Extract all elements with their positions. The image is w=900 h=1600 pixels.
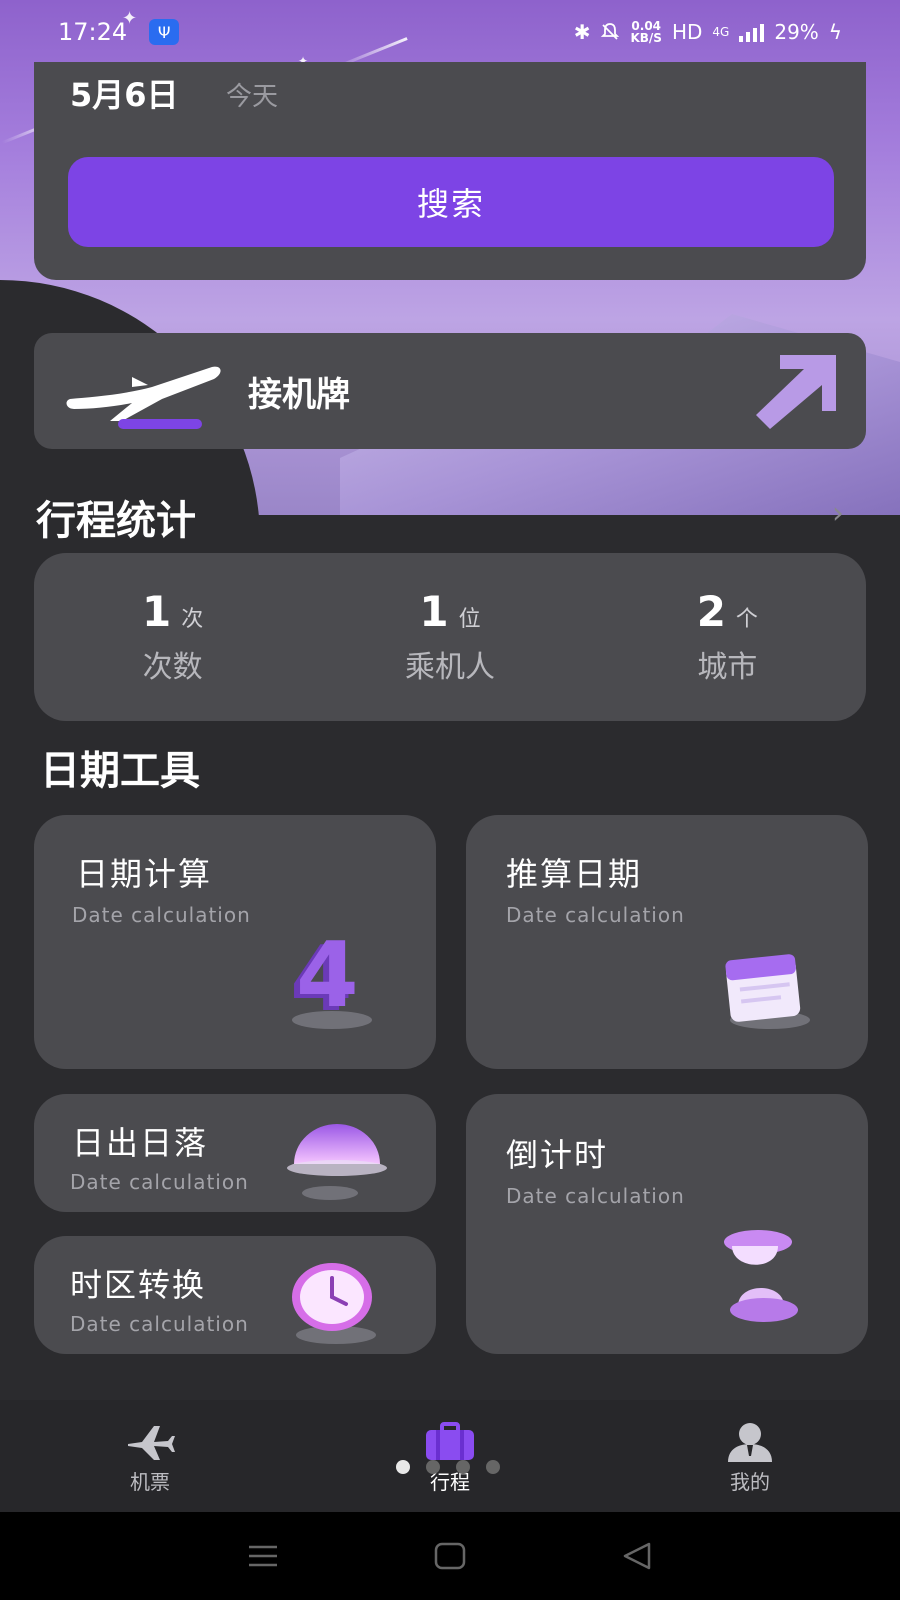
page-indicator — [396, 1460, 500, 1474]
stat-value: 1 — [419, 587, 449, 636]
tool-date-calculation[interactable]: 日期计算 Date calculation 4 — [34, 815, 436, 1069]
tool-title: 推算日期 — [506, 855, 643, 893]
status-bar: 17:24 Ψ ✱ 0.04 KB/S HD 4G 29% ϟ — [0, 0, 900, 64]
network-type: 4G — [712, 25, 730, 39]
bell-muted-icon — [601, 23, 620, 40]
number-four-icon: 4 — [296, 923, 359, 1028]
tool-subtitle: Date calculation — [72, 903, 251, 927]
tab-flights[interactable]: 机票 — [0, 1400, 300, 1512]
status-icons: ✱ 0.04 KB/S HD 4G 29% ϟ — [574, 20, 842, 44]
stat-unit: 位 — [458, 607, 481, 632]
date-tools-title: 日期工具 — [40, 748, 200, 794]
back-icon[interactable] — [621, 1542, 653, 1570]
chevron-right-icon[interactable]: › — [832, 496, 844, 531]
bottom-tab-bar: 机票 行程 我的 — [0, 1400, 900, 1512]
accent-underline — [118, 419, 202, 429]
tool-subtitle: Date calculation — [70, 1312, 249, 1336]
user-icon — [728, 1423, 772, 1462]
search-card: 5月6日 今天 搜索 — [34, 62, 866, 280]
bluetooth-icon: ✱ — [573, 20, 591, 44]
trip-stats-title: 行程统计 — [36, 498, 196, 544]
stat-value: 1 — [142, 587, 172, 636]
stat-label: 城市 — [697, 650, 758, 685]
status-time: 17:24 — [58, 18, 128, 46]
menu-icon[interactable] — [247, 1544, 279, 1568]
pickup-sign-card[interactable]: 接机牌 — [34, 333, 866, 449]
tool-subtitle: Date calculation — [70, 1170, 249, 1194]
pickup-sign-label: 接机牌 — [248, 375, 350, 415]
sunset-icon — [287, 1124, 387, 1176]
calendar-icon — [725, 954, 801, 1022]
stat-trips: 1次 次数 — [34, 553, 311, 721]
usb-icon: Ψ — [149, 19, 180, 45]
tool-title: 倒计时 — [506, 1136, 609, 1174]
departure-date[interactable]: 5月6日 — [70, 70, 179, 116]
arrow-up-right-icon — [756, 355, 836, 429]
page-dot — [486, 1460, 500, 1474]
date-hint: 今天 — [226, 82, 279, 112]
home-icon[interactable] — [434, 1542, 466, 1570]
tab-trips[interactable]: 行程 — [300, 1400, 600, 1512]
tool-countdown[interactable]: 倒计时 Date calculation — [466, 1094, 868, 1354]
page-dot — [456, 1460, 470, 1474]
hd-indicator: HD — [671, 20, 703, 44]
trip-stats-card: 1次 次数 1位 乘机人 2个 城市 — [34, 553, 866, 721]
airplane-icon — [128, 1426, 175, 1460]
stat-label: 乘机人 — [404, 650, 495, 685]
tool-title: 时区转换 — [70, 1266, 207, 1304]
tool-subtitle: Date calculation — [506, 1184, 685, 1208]
tab-label: 我的 — [730, 1470, 770, 1494]
tool-subtitle: Date calculation — [506, 903, 685, 927]
tab-label: 机票 — [130, 1470, 170, 1494]
tool-title: 日出日落 — [72, 1124, 209, 1162]
battery-level: 29% — [774, 20, 819, 44]
stat-value: 2 — [696, 587, 726, 636]
signal-icon — [739, 22, 765, 42]
page-dot — [426, 1460, 440, 1474]
suitcase-icon — [426, 1422, 474, 1460]
tool-title: 日期计算 — [76, 855, 213, 893]
tab-profile[interactable]: 我的 — [600, 1400, 900, 1512]
stat-unit: 次 — [181, 607, 204, 632]
network-speed-unit: KB/S — [630, 31, 662, 45]
tool-infer-date[interactable]: 推算日期 Date calculation — [466, 815, 868, 1069]
stat-passengers: 1位 乘机人 — [311, 553, 588, 721]
tool-timezone-conversion[interactable]: 时区转换 Date calculation — [34, 1236, 436, 1354]
system-navigation-bar — [0, 1512, 900, 1600]
stat-unit: 个 — [735, 607, 758, 632]
search-button[interactable]: 搜索 — [68, 157, 834, 247]
stat-cities: 2个 城市 — [589, 553, 866, 721]
network-speed: 0.04 KB/S — [630, 20, 661, 44]
charging-icon: ϟ — [828, 20, 842, 44]
clock-icon — [292, 1263, 372, 1331]
tool-sunrise-sunset[interactable]: 日出日落 Date calculation — [34, 1094, 436, 1212]
page-dot — [396, 1460, 410, 1474]
hourglass-icon — [724, 1230, 798, 1322]
stat-label: 次数 — [142, 650, 203, 685]
